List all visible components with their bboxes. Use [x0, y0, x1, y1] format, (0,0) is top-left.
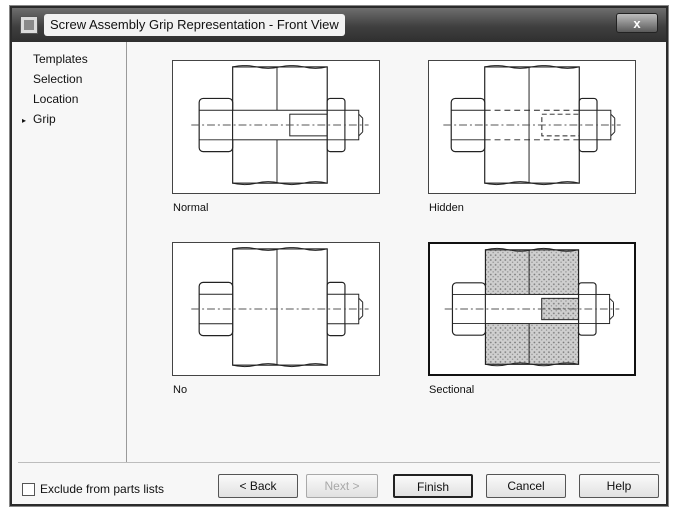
app-icon	[20, 16, 38, 34]
sectional-option-label[interactable]: Sectional	[429, 384, 474, 396]
no-option-label[interactable]: No	[173, 384, 187, 396]
next-button[interactable]: Next >	[306, 474, 378, 498]
dialog-body: Templates Selection Location ▸ Grip Norm…	[12, 42, 666, 504]
exclude-from-parts-lists-checkbox[interactable]	[22, 483, 35, 496]
no-grip-drawing-icon	[191, 246, 369, 368]
sidebar-item-templates[interactable]: Templates	[33, 52, 88, 66]
back-button[interactable]: < Back	[218, 474, 298, 498]
sectional-option-panel[interactable]	[428, 242, 636, 376]
sidebar-item-selection[interactable]: Selection	[33, 72, 82, 86]
normal-option-label[interactable]: Normal	[173, 202, 208, 214]
close-button[interactable]: x	[616, 13, 658, 33]
wizard-steps-sidebar: Templates Selection Location ▸ Grip	[12, 42, 127, 462]
sidebar-item-grip[interactable]: Grip	[33, 112, 56, 126]
title-bar: Screw Assembly Grip Representation - Fro…	[12, 8, 666, 42]
dialog-window: Screw Assembly Grip Representation - Fro…	[10, 6, 668, 506]
hidden-option-panel[interactable]	[428, 60, 636, 194]
no-option-panel[interactable]	[172, 242, 380, 376]
window-title: Screw Assembly Grip Representation - Fro…	[44, 14, 345, 36]
normal-grip-drawing-icon	[191, 64, 369, 186]
sectional-grip-drawing-icon	[444, 247, 620, 367]
normal-option-panel[interactable]	[172, 60, 380, 194]
finish-button[interactable]: Finish	[393, 474, 473, 498]
cancel-button[interactable]: Cancel	[486, 474, 566, 498]
hidden-grip-drawing-icon	[443, 64, 621, 186]
help-button[interactable]: Help	[579, 474, 659, 498]
hidden-option-label[interactable]: Hidden	[429, 202, 464, 214]
current-step-arrow-icon: ▸	[22, 116, 27, 125]
sidebar-item-location[interactable]: Location	[33, 92, 78, 106]
footer-divider	[18, 462, 660, 463]
exclude-from-parts-lists-label[interactable]: Exclude from parts lists	[40, 482, 164, 496]
